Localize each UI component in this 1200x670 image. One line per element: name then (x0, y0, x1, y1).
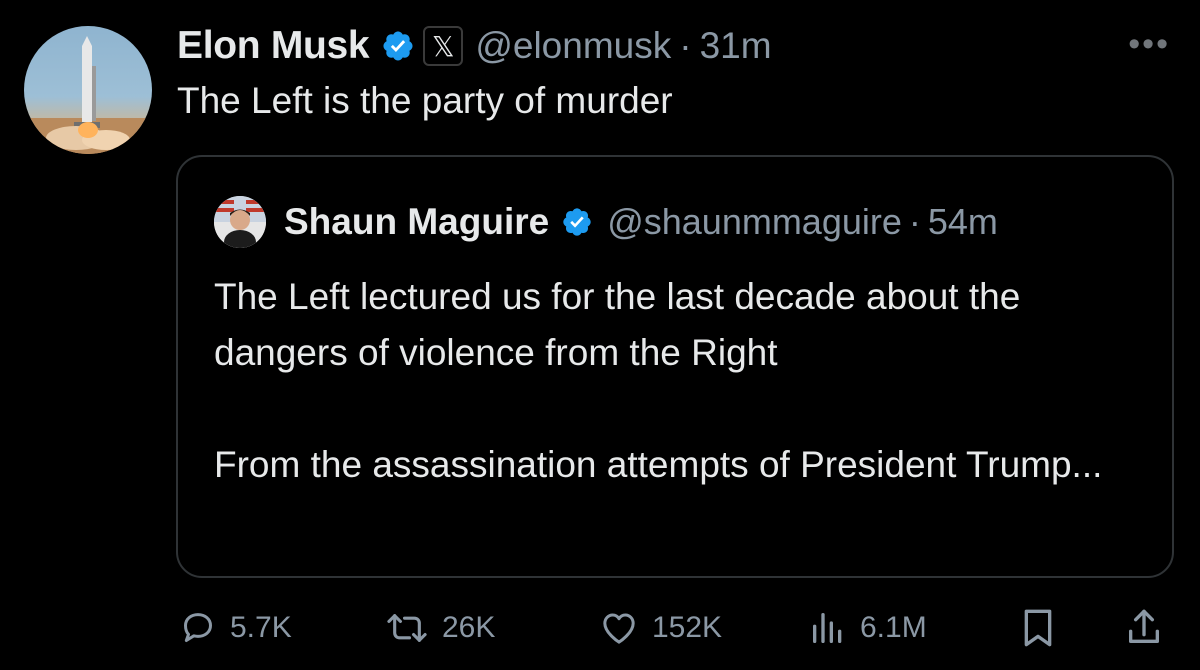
like-count: 152K (652, 611, 723, 644)
repost-count: 26K (442, 611, 496, 644)
quoted-paragraph-1: The Left lectured us for the last decade… (214, 276, 1021, 373)
author-avatar[interactable] (24, 26, 152, 154)
author-handle[interactable]: @elonmusk (475, 25, 671, 67)
quoted-paragraph-2: From the assassination attempts of Presi… (214, 444, 1103, 485)
heart-icon (603, 613, 635, 644)
quoted-tweet-text: The Left lectured us for the last decade… (214, 269, 1144, 493)
x-affiliation-icon: 𝕏 (423, 26, 464, 66)
views-button[interactable]: 6.1M (808, 606, 927, 650)
rocket-launch-icon (24, 36, 152, 154)
reply-icon (184, 613, 212, 642)
share-icon (1129, 609, 1159, 643)
quoted-separator-dot: · (908, 201, 921, 242)
bookmark-icon (1024, 609, 1052, 647)
like-button[interactable]: 152K (598, 606, 722, 650)
share-button[interactable] (1124, 606, 1164, 650)
tweet-text: The Left is the party of murder (177, 80, 673, 121)
views-count: 6.1M (860, 611, 927, 644)
reply-count: 5.7K (230, 611, 292, 644)
separator-dot: · (679, 25, 692, 66)
quoted-author-name[interactable]: Shaun Maguire (284, 201, 549, 243)
tweet-timestamp[interactable]: 31m (700, 25, 772, 67)
quoted-verified-badge-icon (561, 206, 593, 238)
repost-button[interactable]: 26K (384, 606, 495, 650)
author-name[interactable]: Elon Musk (177, 24, 370, 68)
quoted-tweet-timestamp[interactable]: 54m (928, 201, 998, 243)
tweet: Elon Musk 𝕏 @elonmusk · 31m ••• The Left… (0, 0, 1200, 670)
reply-button[interactable]: 5.7K (178, 606, 292, 650)
quoted-tweet[interactable]: Shaun Maguire @shaunmmaguire · 54m The L… (176, 155, 1174, 578)
views-chart-icon (813, 613, 842, 643)
bookmark-button[interactable] (1018, 606, 1058, 650)
quoted-author-avatar (214, 196, 266, 248)
tweet-header: Elon Musk 𝕏 @elonmusk · 31m (177, 20, 772, 72)
quoted-author-handle[interactable]: @shaunmmaguire (607, 201, 902, 243)
quoted-tweet-header: Shaun Maguire @shaunmmaguire · 54m (214, 196, 998, 248)
repost-icon (387, 614, 427, 642)
more-options-icon[interactable]: ••• (1128, 27, 1170, 61)
action-bar: 5.7K 26K 152K 6.1M (0, 600, 1200, 656)
verified-badge-icon (381, 29, 415, 63)
